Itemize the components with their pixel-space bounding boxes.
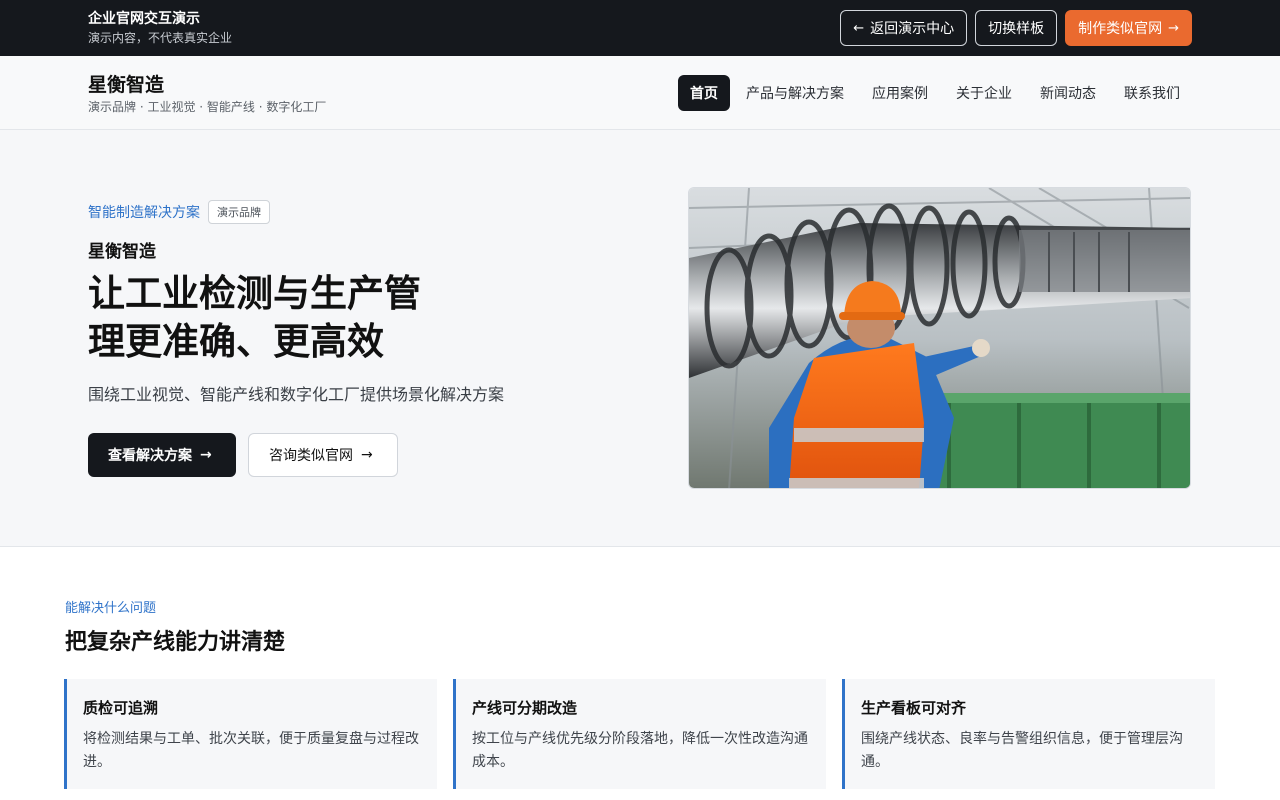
consult-label: 咨询类似官网 [269,448,353,464]
back-button-label: 返回演示中心 [870,21,955,37]
nav-item-home[interactable]: 首页 [678,75,730,111]
hero-section: 智能制造解决方案 演示品牌 星衡智造 让工业检测与生产管理更准确、更高效 围绕工… [0,130,1280,547]
nav-item-news[interactable]: 新闻动态 [1028,75,1108,111]
section-kicker: 能解决什么问题 [65,601,157,616]
hero-eyebrow: 智能制造解决方案 演示品牌 [88,200,270,224]
brand[interactable]: 星衡智造 演示品牌 · 工业视觉 · 智能产线 · 数字化工厂 [88,73,326,115]
demo-subtitle: 演示内容，不代表真实企业 [88,31,233,45]
problem-card: 产线可分期改造 按工位与产线优先级分阶段落地，降低一次性改造沟通成本。 [453,679,826,789]
demo-actions: ← 返回演示中心 切换样板 制作类似官网 → [840,10,1192,46]
nav-item-about[interactable]: 关于企业 [944,75,1024,111]
demo-info: 企业官网交互演示 演示内容，不代表真实企业 [88,10,232,47]
problem-card-desc: 按工位与产线优先级分阶段落地，降低一次性改造沟通成本。 [472,731,808,770]
problem-card-desc: 将检测结果与工单、批次关联，便于质量复盘与过程改进。 [83,731,419,770]
demo-topbar: 企业官网交互演示 演示内容，不代表真实企业 ← 返回演示中心 切换样板 制作类似… [0,0,1280,56]
arrow-right-icon: → [361,447,373,463]
brand-name: 星衡智造 [88,74,165,96]
demo-brand-badge: 演示品牌 [208,200,270,224]
brand-tagline: 演示品牌 · 工业视觉 · 智能产线 · 数字化工厂 [88,100,327,114]
section-title: 把复杂产线能力讲清楚 [65,630,286,655]
nav-item-contact[interactable]: 联系我们 [1112,75,1192,111]
problem-card-title: 生产看板可对齐 [861,699,967,717]
hero-image-factory-worker [688,187,1191,489]
arrow-right-icon: → [1168,20,1179,36]
problem-card-desc: 围绕产线状态、良率与告警组织信息，便于管理层沟通。 [861,731,1183,770]
problem-card: 生产看板可对齐 围绕产线状态、良率与告警组织信息，便于管理层沟通。 [842,679,1215,789]
problems-section: 能解决什么问题 把复杂产线能力讲清楚 质检可追溯 将检测结果与工单、批次关联，便… [0,547,1280,800]
hero-description: 围绕工业视觉、智能产线和数字化工厂提供场景化解决方案 [88,385,505,404]
hero-eyebrow-text: 智能制造解决方案 [88,205,200,221]
consult-button[interactable]: 咨询类似官网 → [248,433,398,477]
hero-brand: 星衡智造 [88,242,156,262]
demo-title: 企业官网交互演示 [88,11,200,27]
back-to-demo-center-button[interactable]: ← 返回演示中心 [840,10,968,46]
nav-item-products[interactable]: 产品与解决方案 [734,75,856,111]
switch-button-label: 切换样板 [988,21,1045,37]
nav-item-cases[interactable]: 应用案例 [860,75,940,111]
arrow-left-icon: ← [853,20,865,36]
make-similar-site-button[interactable]: 制作类似官网 → [1065,10,1192,46]
view-solutions-label: 查看解决方案 [108,448,192,464]
arrow-right-icon: → [200,447,212,463]
problem-cards: 质检可追溯 将检测结果与工单、批次关联，便于质量复盘与过程改进。 产线可分期改造… [64,679,1215,789]
switch-template-button[interactable]: 切换样板 [975,10,1058,46]
view-solutions-button[interactable]: 查看解决方案 → [88,433,236,477]
problem-card: 质检可追溯 将检测结果与工单、批次关联，便于质量复盘与过程改进。 [64,679,437,789]
hero-headline: 让工业检测与生产管理更准确、更高效 [88,272,421,363]
site-header: 星衡智造 演示品牌 · 工业视觉 · 智能产线 · 数字化工厂 首页 产品与解决… [0,56,1280,130]
main-nav: 首页 产品与解决方案 应用案例 关于企业 新闻动态 联系我们 [674,75,1192,111]
problem-card-title: 产线可分期改造 [472,699,578,717]
hero-actions: 查看解决方案 → 咨询类似官网 → [88,433,398,477]
make-button-label: 制作类似官网 [1078,21,1163,37]
problem-card-title: 质检可追溯 [83,699,159,717]
